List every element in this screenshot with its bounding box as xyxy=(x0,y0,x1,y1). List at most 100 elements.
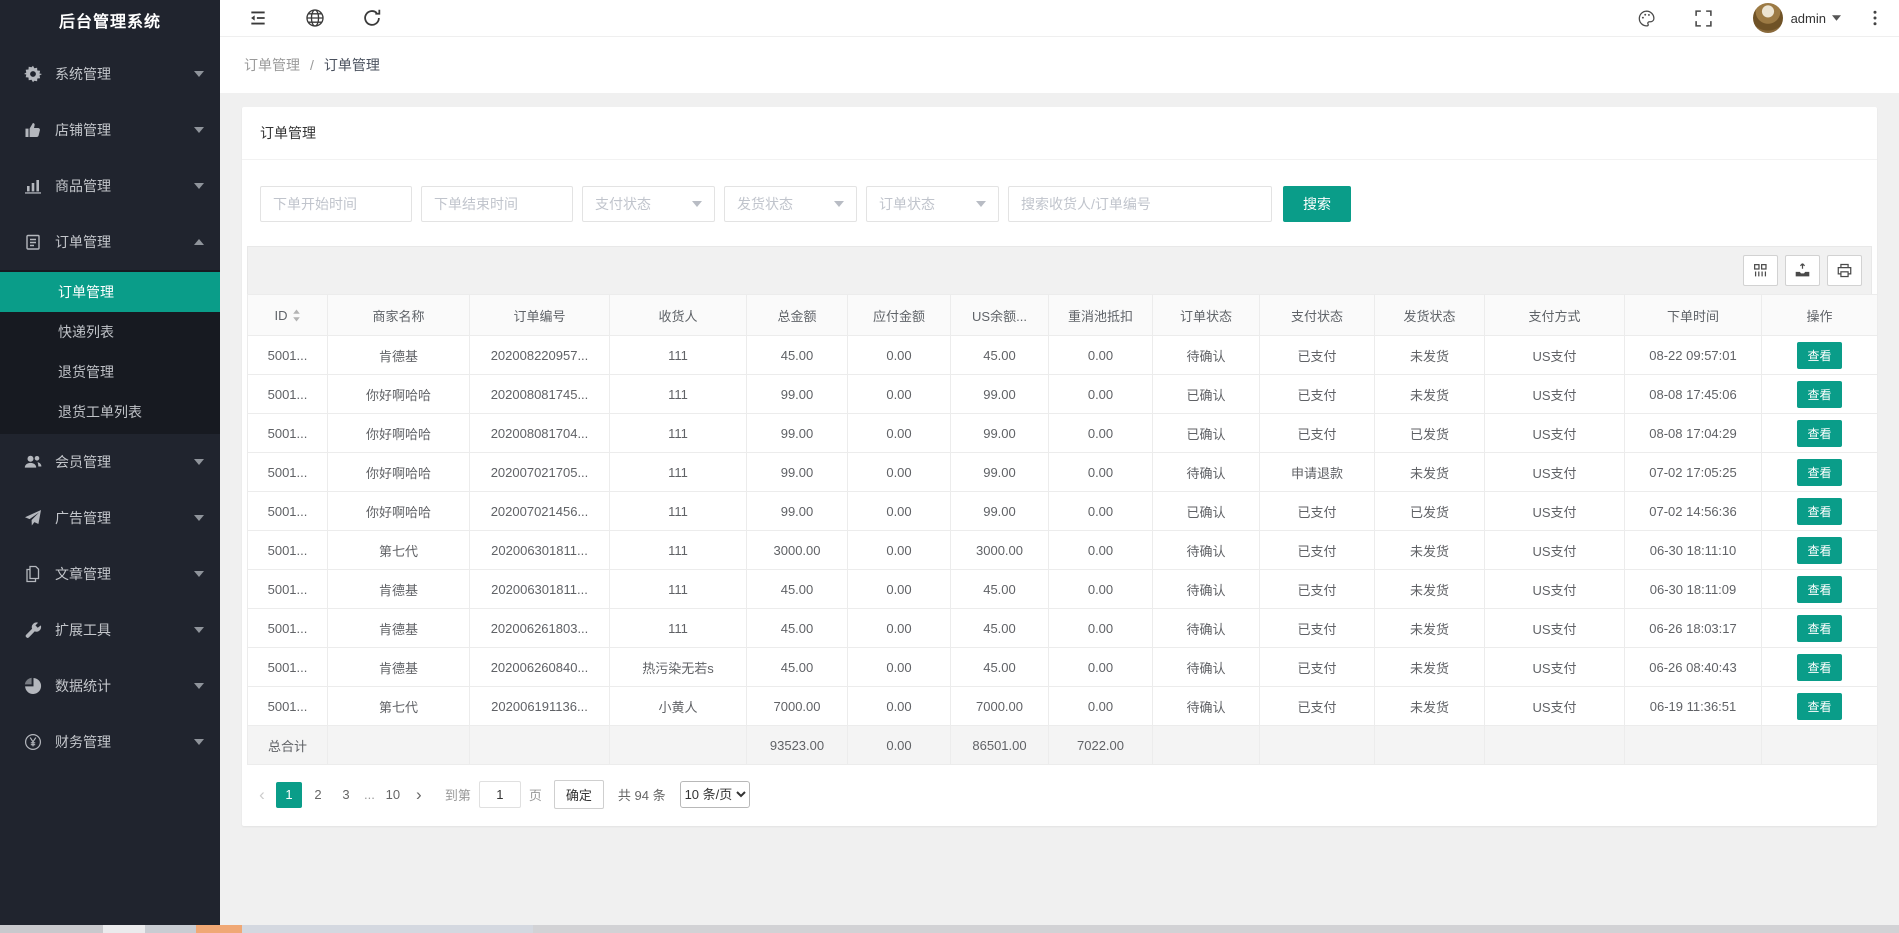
summary-cell-pay_method xyxy=(1485,726,1625,765)
breadcrumb-link[interactable]: 订单管理 xyxy=(244,55,300,75)
caret-down-icon xyxy=(194,183,204,189)
cell-total: 7000.00 xyxy=(747,687,848,726)
view-button[interactable]: 查看 xyxy=(1797,498,1841,525)
table-row: 5001...你好啊哈哈202008081745...11199.000.009… xyxy=(248,375,1878,414)
table-row: 5001...肯德基202008220957...11145.000.0045.… xyxy=(248,336,1878,375)
per-page-select[interactable]: 10 条/页 xyxy=(680,781,750,808)
ship-status-select[interactable]: 发货状态 xyxy=(724,186,857,222)
view-button[interactable]: 查看 xyxy=(1797,576,1841,603)
cell-ship_status: 未发货 xyxy=(1375,375,1485,414)
sidebar-subitem-express-list[interactable]: 快递列表 xyxy=(0,312,220,352)
avatar[interactable] xyxy=(1753,3,1783,33)
cell-merchant: 你好啊哈哈 xyxy=(328,492,470,531)
view-button[interactable]: 查看 xyxy=(1797,342,1841,369)
view-button[interactable]: 查看 xyxy=(1797,420,1841,447)
prev-page-button[interactable]: ‹ xyxy=(250,782,274,808)
cell-receiver: 111 xyxy=(610,570,747,609)
search-input[interactable] xyxy=(1008,186,1272,222)
expand-icon[interactable] xyxy=(1694,9,1713,28)
cell-total: 99.00 xyxy=(747,375,848,414)
sidebar-menu: 系统管理店铺管理商品管理订单管理订单管理快递列表退货管理退货工单列表会员管理广告… xyxy=(0,46,220,770)
user-name[interactable]: admin xyxy=(1791,11,1826,26)
page-number-1[interactable]: 1 xyxy=(276,782,302,808)
start-time-input[interactable] xyxy=(260,186,412,222)
toolbar-columns-button[interactable] xyxy=(1743,255,1778,286)
cell-ship_status: 已发货 xyxy=(1375,492,1485,531)
end-time-input[interactable] xyxy=(421,186,573,222)
cell-pay_status: 已支付 xyxy=(1260,375,1375,414)
sidebar-item-articles[interactable]: 文章管理 xyxy=(0,546,220,602)
order-management-card: 订单管理 支付状态 发货状态 订单状态 xyxy=(242,107,1877,826)
cell-pool_deduct: 0.00 xyxy=(1049,648,1153,687)
next-page-button[interactable]: › xyxy=(407,782,431,808)
bottom-taskbar-strip xyxy=(0,925,1899,933)
cell-merchant: 肯德基 xyxy=(328,336,470,375)
sidebar-subitem-return-mgmt[interactable]: 退货管理 xyxy=(0,352,220,392)
sidebar-item-shop[interactable]: 店铺管理 xyxy=(0,102,220,158)
order-status-select[interactable]: 订单状态 xyxy=(866,186,999,222)
cell-action: 查看 xyxy=(1762,609,1878,648)
view-button[interactable]: 查看 xyxy=(1797,693,1841,720)
globe-icon[interactable] xyxy=(305,8,325,28)
order-status-select-label: 订单状态 xyxy=(879,194,935,214)
search-button[interactable]: 搜索 xyxy=(1283,186,1351,222)
cell-created: 06-19 11:36:51 xyxy=(1625,687,1762,726)
summary-cell-order_status xyxy=(1153,726,1260,765)
topbar: admin xyxy=(220,0,1899,36)
pay-status-select[interactable]: 支付状态 xyxy=(582,186,715,222)
view-button[interactable]: 查看 xyxy=(1797,537,1841,564)
palette-icon[interactable] xyxy=(1637,9,1656,28)
sidebar-item-ads[interactable]: 广告管理 xyxy=(0,490,220,546)
sidebar-item-members[interactable]: 会员管理 xyxy=(0,434,220,490)
cell-pay_method: US支付 xyxy=(1485,648,1625,687)
sidebar-item-orders[interactable]: 订单管理 xyxy=(0,214,220,270)
topbar-right-icons xyxy=(1599,9,1713,28)
cell-created: 06-30 18:11:10 xyxy=(1625,531,1762,570)
refresh-icon[interactable] xyxy=(362,8,382,28)
summary-cell-action xyxy=(1762,726,1878,765)
cell-pool_deduct: 0.00 xyxy=(1049,570,1153,609)
toolbar-print-button[interactable] xyxy=(1827,255,1862,286)
cell-ship_status: 未发货 xyxy=(1375,453,1485,492)
toolbar-export-button[interactable] xyxy=(1785,255,1820,286)
cell-id: 5001... xyxy=(248,609,328,648)
more-menu-icon[interactable] xyxy=(1867,9,1883,27)
chevron-down-icon[interactable] xyxy=(1832,15,1841,21)
page-number-10[interactable]: 10 xyxy=(381,782,405,808)
sidebar-item-goods[interactable]: 商品管理 xyxy=(0,158,220,214)
cell-receiver: 111 xyxy=(610,531,747,570)
caret-down-icon xyxy=(194,683,204,689)
column-header-id: ID xyxy=(248,295,328,336)
sidebar-item-tools[interactable]: 扩展工具 xyxy=(0,602,220,658)
collapse-icon[interactable] xyxy=(248,8,268,28)
table-header-row: ID商家名称订单编号收货人总金额应付金额US余额...重消池抵扣订单状态支付状态… xyxy=(248,295,1878,336)
view-button[interactable]: 查看 xyxy=(1797,615,1841,642)
table-body: 5001...肯德基202008220957...11145.000.0045.… xyxy=(248,336,1878,765)
sidebar-subitem-order-list[interactable]: 订单管理 xyxy=(0,272,220,312)
goto-confirm-button[interactable]: 确定 xyxy=(554,780,604,809)
cell-us_balance: 45.00 xyxy=(951,570,1049,609)
cell-merchant: 第七代 xyxy=(328,531,470,570)
cell-pool_deduct: 0.00 xyxy=(1049,336,1153,375)
cell-pay_method: US支付 xyxy=(1485,570,1625,609)
page-number-2[interactable]: 2 xyxy=(306,782,330,808)
column-header-order_no: 订单编号 xyxy=(470,295,610,336)
sidebar-item-stats[interactable]: 数据统计 xyxy=(0,658,220,714)
sidebar-item-finance[interactable]: 财务管理 xyxy=(0,714,220,770)
sidebar-subitem-return-tickets[interactable]: 退货工单列表 xyxy=(0,392,220,432)
cell-us_balance: 45.00 xyxy=(951,336,1049,375)
sidebar-item-system[interactable]: 系统管理 xyxy=(0,46,220,102)
view-button[interactable]: 查看 xyxy=(1797,459,1841,486)
content: 订单管理 支付状态 发货状态 订单状态 xyxy=(220,93,1899,933)
cell-merchant: 肯德基 xyxy=(328,648,470,687)
sort-icon[interactable] xyxy=(292,309,301,322)
cell-pay_status: 已支付 xyxy=(1260,492,1375,531)
view-button[interactable]: 查看 xyxy=(1797,381,1841,408)
goto-page-input[interactable] xyxy=(479,781,521,808)
cell-receiver: 111 xyxy=(610,414,747,453)
cell-us_balance: 99.00 xyxy=(951,414,1049,453)
cell-action: 查看 xyxy=(1762,336,1878,375)
view-button[interactable]: 查看 xyxy=(1797,654,1841,681)
page-number-3[interactable]: 3 xyxy=(334,782,358,808)
table-row: 5001...肯德基202006260840...热污染无若s45.000.00… xyxy=(248,648,1878,687)
